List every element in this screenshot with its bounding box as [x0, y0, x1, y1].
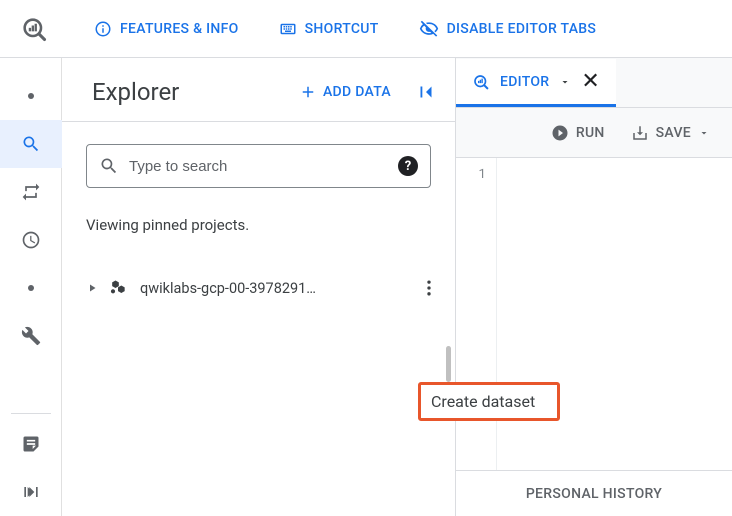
- project-name: qwiklabs-gcp-00-3978291…: [140, 280, 419, 297]
- search-icon: [99, 156, 119, 176]
- rail-item-transfers[interactable]: [0, 168, 62, 216]
- disable-tabs-label: DISABLE EDITOR TABS: [447, 21, 597, 37]
- bigquery-logo[interactable]: [14, 15, 54, 43]
- features-info-label: FEATURES & INFO: [120, 21, 239, 37]
- collapse-explorer-button[interactable]: [415, 81, 437, 103]
- shortcut-button[interactable]: SHORTCUT: [279, 20, 379, 38]
- clock-icon: [21, 230, 41, 250]
- swap-icon: [21, 182, 41, 202]
- note-icon: [21, 434, 41, 454]
- rail-item-sql-workspace[interactable]: [0, 120, 62, 168]
- dot-icon: [28, 285, 34, 291]
- save-button[interactable]: SAVE: [631, 124, 710, 142]
- save-alt-icon: [631, 124, 649, 142]
- add-data-label: ADD DATA: [323, 84, 391, 100]
- features-info-button[interactable]: FEATURES & INFO: [94, 20, 239, 38]
- save-label: SAVE: [656, 125, 691, 141]
- bigquery-icon: [472, 73, 490, 91]
- wrench-icon: [21, 326, 41, 346]
- top-bar: FEATURES & INFO SHORTCUT DISABLE EDITOR …: [0, 0, 732, 58]
- close-tab-button[interactable]: ✕: [581, 71, 599, 93]
- search-help-button[interactable]: ?: [398, 156, 418, 176]
- create-dataset-label: Create dataset: [431, 392, 535, 411]
- run-label: RUN: [576, 125, 605, 141]
- editor-tab[interactable]: EDITOR ✕: [456, 59, 616, 107]
- explorer-panel: Explorer ADD DATA ? Viewing pinned proje…: [62, 58, 456, 516]
- project-row[interactable]: qwiklabs-gcp-00-3978291…: [62, 268, 455, 308]
- info-icon: [94, 20, 112, 38]
- search-wrap: ?: [62, 122, 455, 188]
- dot-icon: [28, 93, 34, 99]
- rail-item-scheduled[interactable]: [0, 216, 62, 264]
- play-circle-icon: [551, 124, 569, 142]
- run-button[interactable]: RUN: [551, 124, 605, 142]
- create-dataset-menu-item[interactable]: Create dataset: [418, 382, 560, 421]
- keyboard-icon: [279, 20, 297, 38]
- line-number: 1: [456, 164, 486, 182]
- search-box[interactable]: ?: [86, 144, 431, 188]
- more-vert-icon[interactable]: [419, 278, 439, 298]
- line-gutter: 1: [456, 158, 496, 470]
- chevron-down-icon[interactable]: [559, 76, 571, 88]
- left-nav-rail: [0, 58, 62, 516]
- scrollbar-thumb[interactable]: [446, 346, 451, 382]
- editor-tabs: EDITOR ✕: [456, 58, 732, 108]
- main-area: Explorer ADD DATA ? Viewing pinned proje…: [0, 58, 732, 516]
- chevron-right-bar-icon: [21, 482, 41, 502]
- explorer-title: Explorer: [92, 78, 299, 106]
- add-data-button[interactable]: ADD DATA: [299, 83, 391, 101]
- search-icon: [21, 134, 41, 154]
- personal-history-tab[interactable]: PERSONAL HISTORY: [456, 470, 732, 516]
- rail-item-dot-2[interactable]: [0, 264, 62, 312]
- search-input[interactable]: [129, 158, 388, 175]
- code-area[interactable]: [496, 158, 732, 470]
- rail-expand-button[interactable]: [0, 468, 62, 516]
- collapse-left-icon: [415, 81, 437, 103]
- rail-item-admin[interactable]: [0, 312, 62, 360]
- rail-divider: [11, 413, 51, 414]
- rail-item-notes[interactable]: [0, 420, 62, 468]
- bigquery-icon: [20, 15, 48, 43]
- caret-right-icon: [86, 282, 98, 294]
- personal-history-label: PERSONAL HISTORY: [526, 486, 662, 502]
- rail-item-dot-1[interactable]: [0, 72, 62, 120]
- visibility-off-icon: [419, 19, 439, 39]
- editor-panel: EDITOR ✕ RUN SAVE 1 PERSONAL HISTORY: [456, 58, 732, 516]
- chevron-down-icon[interactable]: [698, 127, 710, 139]
- editor-tab-label: EDITOR: [500, 74, 549, 90]
- pinned-projects-message: Viewing pinned projects.: [62, 188, 455, 234]
- project-hex-icon: [108, 278, 128, 298]
- plus-icon: [299, 83, 317, 101]
- disable-tabs-button[interactable]: DISABLE EDITOR TABS: [419, 19, 597, 39]
- editor-body: 1: [456, 158, 732, 470]
- editor-toolbar: RUN SAVE: [456, 108, 732, 158]
- shortcut-label: SHORTCUT: [305, 21, 379, 37]
- explorer-header: Explorer ADD DATA: [62, 62, 455, 122]
